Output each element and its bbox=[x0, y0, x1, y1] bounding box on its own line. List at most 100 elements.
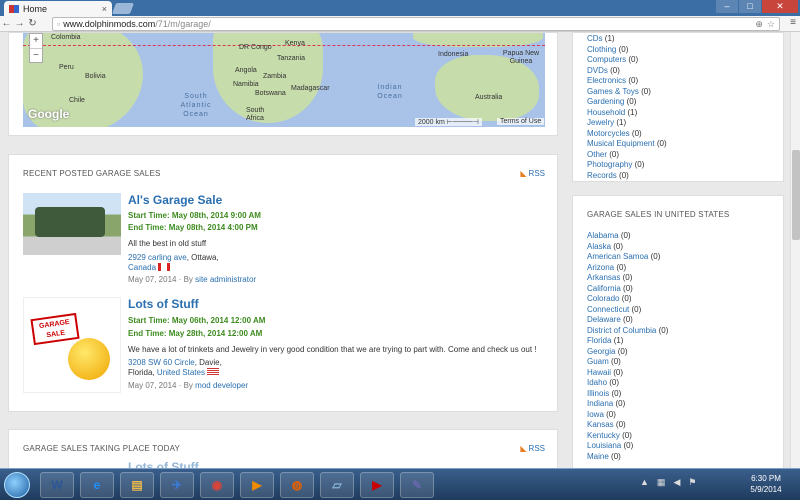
map-label: South Africa bbox=[246, 107, 265, 122]
start-time: Start Time: May 06th, 2014 12:00 AM bbox=[128, 316, 266, 325]
rss-link[interactable]: ◣ RSS bbox=[520, 444, 545, 453]
street-link[interactable]: 2929 carling ave bbox=[128, 253, 187, 262]
media-center-icon[interactable]: ✈ bbox=[160, 472, 194, 498]
list-item-link[interactable]: Hawaii bbox=[587, 368, 611, 377]
street-link[interactable]: 3208 SW 60 Circle bbox=[128, 358, 195, 367]
new-tab-button[interactable] bbox=[111, 3, 135, 14]
media-player-icon[interactable]: ▶ bbox=[240, 472, 274, 498]
word-icon[interactable]: W bbox=[40, 472, 74, 498]
address-bar[interactable]: ▫ www.dolphinmods.com/71/m/garage/ ⊕ ☆ bbox=[52, 17, 780, 31]
list-item-link[interactable]: Illinois bbox=[587, 389, 609, 398]
list-item-link[interactable]: Alabama bbox=[587, 231, 619, 240]
list-item-link[interactable]: Records bbox=[587, 171, 617, 180]
zoom-icon[interactable]: ⊕ bbox=[755, 19, 763, 30]
volume-icon[interactable]: ◀ bbox=[673, 477, 680, 488]
firefox-icon[interactable]: ◍ bbox=[280, 472, 314, 498]
scrollbar-thumb[interactable] bbox=[792, 150, 800, 240]
listing-thumbnail[interactable]: GARAGE SALE bbox=[23, 297, 121, 393]
list-item-link[interactable]: Idaho bbox=[587, 378, 607, 387]
country-link[interactable]: United States bbox=[157, 368, 205, 377]
list-item-link[interactable]: Kansas bbox=[587, 420, 614, 429]
maximize-button[interactable]: □ bbox=[739, 0, 761, 13]
start-button[interactable] bbox=[4, 472, 30, 498]
list-item-link[interactable]: Motorcycles bbox=[587, 129, 630, 138]
terms-of-use-link[interactable]: Terms of Use bbox=[497, 118, 545, 125]
flag-icon[interactable]: ⚑ bbox=[688, 477, 696, 488]
list-item-link[interactable]: Colorado bbox=[587, 294, 619, 303]
list-item: Arizona (0) bbox=[587, 263, 668, 274]
list-item-link[interactable]: Photography bbox=[587, 160, 632, 169]
list-item-link[interactable]: Arizona bbox=[587, 263, 614, 272]
ie-icon[interactable]: e bbox=[80, 472, 114, 498]
list-item-link[interactable]: Gardening bbox=[587, 97, 624, 106]
google-logo[interactable]: Google bbox=[28, 107, 69, 121]
paint-icon[interactable]: ✎ bbox=[400, 472, 434, 498]
list-item-count: (0) bbox=[658, 325, 669, 335]
notepad-icon[interactable]: ▱ bbox=[320, 472, 354, 498]
list-item-link[interactable]: Indiana bbox=[587, 399, 613, 408]
map-scale-label: 2000 km bbox=[418, 119, 445, 126]
list-item-link[interactable]: Georgia bbox=[587, 347, 615, 356]
list-item-link[interactable]: Games & Toys bbox=[587, 87, 639, 96]
list-item-link[interactable]: Musical Equipment bbox=[587, 139, 655, 148]
list-item-link[interactable]: Maine bbox=[587, 452, 609, 461]
list-item-link[interactable]: Guam bbox=[587, 357, 609, 366]
list-item-link[interactable]: DVDs bbox=[587, 66, 608, 75]
list-item: Alabama (0) bbox=[587, 231, 668, 242]
forward-arrow-icon[interactable]: → bbox=[13, 18, 26, 29]
network-icon[interactable]: ▦ bbox=[657, 477, 666, 488]
tray-icon[interactable]: ▲ bbox=[640, 477, 649, 488]
map-label: Tanzania bbox=[277, 55, 306, 62]
listing-title-link[interactable]: Lots of Stuff bbox=[128, 460, 199, 468]
system-tray: ▲ ▦ ◀ ⚑ bbox=[640, 477, 696, 488]
reload-icon[interactable]: ↻ bbox=[26, 18, 39, 29]
list-item-link[interactable]: Clothing bbox=[587, 45, 616, 54]
list-item-link[interactable]: Electronics bbox=[587, 76, 626, 85]
list-item-link[interactable]: Jewelry bbox=[587, 118, 614, 127]
page-scrollbar[interactable] bbox=[790, 32, 800, 468]
minimize-button[interactable]: – bbox=[716, 0, 738, 13]
bookmark-star-icon[interactable]: ☆ bbox=[767, 19, 775, 30]
back-arrow-icon[interactable]: ← bbox=[0, 18, 13, 29]
clock[interactable]: 6:30 PM 5/9/2014 bbox=[736, 473, 796, 495]
list-item-count: (0) bbox=[618, 44, 629, 54]
close-tab-icon[interactable]: × bbox=[102, 4, 107, 14]
list-item-link[interactable]: Louisiana bbox=[587, 441, 621, 450]
list-item-link[interactable]: Kentucky bbox=[587, 431, 620, 440]
list-item-link[interactable]: American Samoa bbox=[587, 252, 648, 261]
list-item-link[interactable]: Delaware bbox=[587, 315, 621, 324]
explorer-icon[interactable]: ▤ bbox=[120, 472, 154, 498]
section-heading: RECENT POSTED GARAGE SALES bbox=[23, 169, 161, 178]
list-item-link[interactable]: Iowa bbox=[587, 410, 604, 419]
zoom-in-button[interactable]: + bbox=[30, 34, 42, 48]
tab-home[interactable]: Home × bbox=[4, 1, 112, 16]
list-item-link[interactable]: Alaska bbox=[587, 242, 611, 251]
list-item-link[interactable]: Computers bbox=[587, 55, 626, 64]
list-item-link[interactable]: CDs bbox=[587, 34, 603, 43]
author-link[interactable]: site administrator bbox=[195, 275, 256, 284]
world-map[interactable]: Colombia Peru Bolivia Chile DR Congo Ken… bbox=[23, 33, 545, 127]
country-link[interactable]: Canada bbox=[128, 263, 156, 272]
list-item-link[interactable]: California bbox=[587, 284, 621, 293]
list-item: Idaho (0) bbox=[587, 378, 668, 389]
list-item-link[interactable]: District of Columbia bbox=[587, 326, 656, 335]
list-item-link[interactable]: Household bbox=[587, 108, 625, 117]
menu-icon[interactable]: ≡ bbox=[790, 17, 796, 28]
listing-title-link[interactable]: Al's Garage Sale bbox=[128, 193, 222, 207]
listing-thumbnail[interactable] bbox=[23, 193, 121, 255]
zoom-out-button[interactable]: − bbox=[30, 48, 42, 63]
categories-panel: CDs (1) Clothing (0) Computers (0) DVDs (0)… bbox=[572, 32, 784, 182]
youtube-icon[interactable]: ▶ bbox=[360, 472, 394, 498]
list-item-count: (1) bbox=[627, 107, 638, 117]
list-item-link[interactable]: Other bbox=[587, 150, 607, 159]
list-item-link[interactable]: Arkansas bbox=[587, 273, 620, 282]
close-window-button[interactable]: ✕ bbox=[762, 0, 798, 13]
rss-link[interactable]: ◣ RSS bbox=[520, 169, 545, 178]
author-link[interactable]: mod developer bbox=[195, 381, 248, 390]
list-item-link[interactable]: Connecticut bbox=[587, 305, 629, 314]
list-item-count: (0) bbox=[609, 149, 620, 159]
chrome-icon[interactable]: ◉ bbox=[200, 472, 234, 498]
list-item-link[interactable]: Florida bbox=[587, 336, 611, 345]
map-label: Australia bbox=[475, 94, 503, 101]
listing-title-link[interactable]: Lots of Stuff bbox=[128, 297, 199, 311]
